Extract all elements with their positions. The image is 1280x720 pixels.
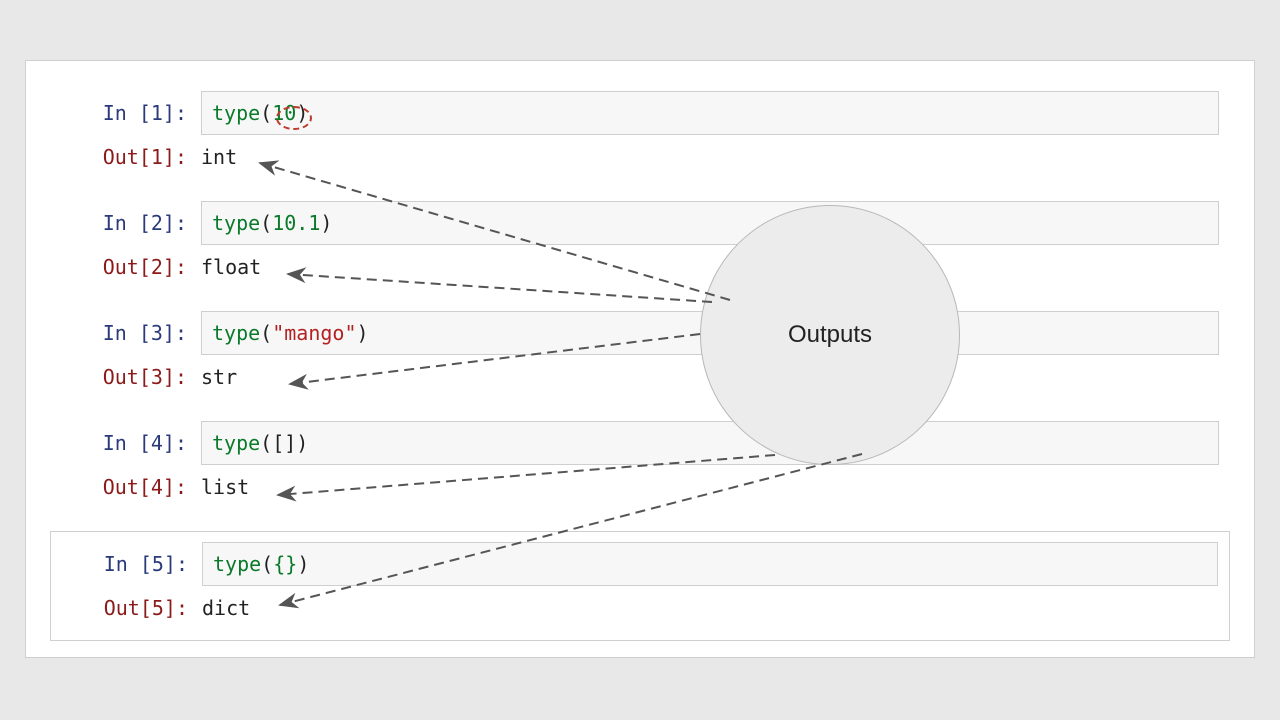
code-cell[interactable]: In [5]: type({}) Out[5]:dict <box>50 531 1230 641</box>
code-input[interactable]: type(10) <box>201 91 1219 135</box>
out-prompt: Out[1]: <box>26 145 201 169</box>
output-value: float <box>201 255 261 279</box>
cells-area: In [1]: type(10) Out[1]:int In [2]: type(10.… <box>26 61 1254 657</box>
code-cell[interactable]: In [3]: type("mango") Out[3]:str <box>26 311 1254 399</box>
code-text: type([]) <box>212 431 308 455</box>
input-row: In [4]: type([]) <box>26 421 1254 465</box>
output-row: Out[3]:str <box>26 355 1254 399</box>
code-input[interactable]: type({}) <box>202 542 1218 586</box>
output-row: Out[1]:int <box>26 135 1254 179</box>
output-value: dict <box>202 596 250 620</box>
in-prompt: In [4]: <box>26 431 201 455</box>
in-prompt: In [3]: <box>26 321 201 345</box>
code-input[interactable]: type(10.1) <box>201 201 1219 245</box>
code-text: type("mango") <box>212 321 369 345</box>
code-cell[interactable]: In [4]: type([]) Out[4]:list <box>26 421 1254 509</box>
out-prompt: Out[2]: <box>26 255 201 279</box>
code-input[interactable]: type([]) <box>201 421 1219 465</box>
in-prompt: In [1]: <box>26 101 201 125</box>
out-prompt: Out[5]: <box>51 596 202 620</box>
output-value: list <box>201 475 249 499</box>
input-row: In [1]: type(10) <box>26 91 1254 135</box>
code-text: type(10) <box>212 101 308 125</box>
output-value: str <box>201 365 237 389</box>
code-cell[interactable]: In [2]: type(10.1) Out[2]:float <box>26 201 1254 289</box>
notebook-panel: In [1]: type(10) Out[1]:int In [2]: type(10.… <box>25 60 1255 658</box>
code-text: type({}) <box>213 552 309 576</box>
outputs-annotation-label: Outputs <box>788 321 872 349</box>
output-value: int <box>201 145 237 169</box>
code-cell[interactable]: In [1]: type(10) Out[1]:int <box>26 91 1254 179</box>
outputs-annotation: Outputs <box>700 205 960 465</box>
output-row: Out[2]:float <box>26 245 1254 289</box>
in-prompt: In [5]: <box>51 552 202 576</box>
in-prompt: In [2]: <box>26 211 201 235</box>
code-text: type(10.1) <box>212 211 332 235</box>
out-prompt: Out[3]: <box>26 365 201 389</box>
output-row: Out[4]:list <box>26 465 1254 509</box>
input-row: In [3]: type("mango") <box>26 311 1254 355</box>
output-row: Out[5]:dict <box>51 586 1229 630</box>
out-prompt: Out[4]: <box>26 475 201 499</box>
input-row: In [5]: type({}) <box>51 542 1229 586</box>
input-row: In [2]: type(10.1) <box>26 201 1254 245</box>
